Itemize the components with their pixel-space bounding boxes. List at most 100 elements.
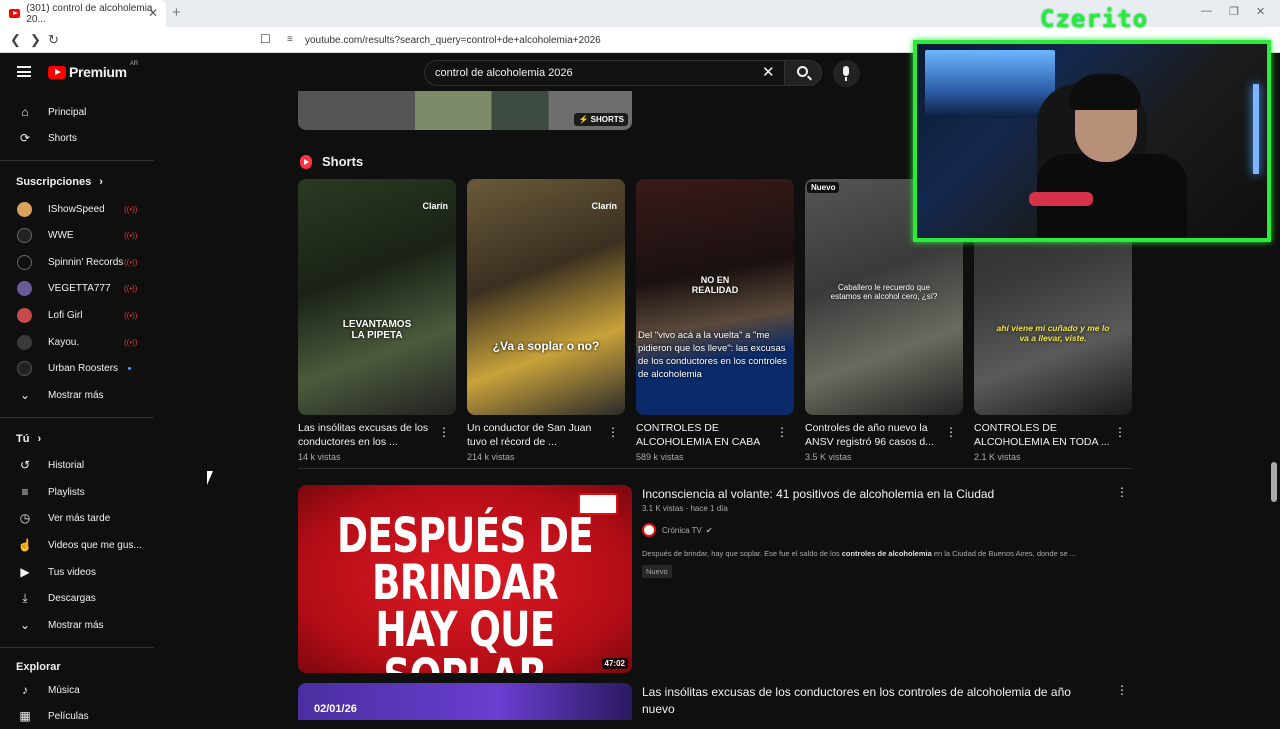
sidebar-show-more-2[interactable]: ⌄ Mostrar más bbox=[0, 612, 154, 638]
scrollbar[interactable] bbox=[1271, 462, 1277, 502]
chevron-down-icon: ⌄ bbox=[19, 388, 31, 402]
more-options-icon[interactable]: ⋮ bbox=[607, 425, 619, 439]
reload-icon[interactable]: ↻ bbox=[48, 32, 59, 48]
restore-icon[interactable]: ❐ bbox=[1229, 5, 1239, 18]
sidebar-item-ver-mas-tarde[interactable]: ◷ Ver más tarde bbox=[0, 505, 154, 531]
more-options-icon[interactable]: ⋮ bbox=[776, 425, 788, 439]
video-title[interactable]: Inconsciencia al volante: 41 positivos d… bbox=[642, 486, 1102, 503]
video-thumbnail[interactable]: 02/01/26 bbox=[298, 683, 632, 720]
voice-search-button[interactable] bbox=[833, 60, 860, 87]
background-monitor bbox=[925, 50, 1055, 118]
sidebar-item-spinnin-records[interactable]: Spinnin' Records ((•)) bbox=[0, 249, 154, 275]
streamer-name: Czerito bbox=[1040, 5, 1149, 33]
sidebar-divider bbox=[0, 647, 154, 648]
clarin-logo: Clarín bbox=[591, 201, 617, 211]
video-result[interactable]: DESPUÉS DE BRINDAR HAY QUE SOPLAR 47:02 … bbox=[298, 485, 1132, 675]
short-title[interactable]: Controles de año nuevo la ANSV registró … bbox=[805, 421, 943, 449]
sidebar-item-historial[interactable]: ↺ Historial bbox=[0, 452, 154, 478]
sidebar-item-shorts[interactable]: ⟳ Shorts bbox=[0, 125, 154, 151]
clear-search-icon[interactable]: ✕ bbox=[762, 63, 775, 81]
close-window-icon[interactable]: ✕ bbox=[1256, 5, 1265, 18]
site-info-icon[interactable]: ≡ bbox=[287, 34, 293, 45]
more-options-icon[interactable]: ⋮ bbox=[1116, 683, 1128, 697]
minimize-icon[interactable]: — bbox=[1201, 5, 1212, 17]
sidebar-item-label: Lofi Girl bbox=[48, 309, 83, 321]
sidebar-item-liked-videos[interactable]: ☝ Videos que me gus... bbox=[0, 532, 154, 558]
new-tab-icon[interactable]: + bbox=[172, 4, 181, 21]
youtube-logo[interactable]: Premium AR bbox=[48, 61, 139, 80]
thumbnail-date: 02/01/26 bbox=[314, 703, 357, 715]
sidebar-item-kayou[interactable]: Kayou. ((•)) bbox=[0, 329, 154, 355]
sidebar-item-urban-roosters[interactable]: Urban Roosters bbox=[0, 355, 154, 381]
watch-later-icon: ◷ bbox=[19, 511, 31, 525]
channel-link[interactable]: Crónica TV ✔ bbox=[642, 523, 713, 537]
sidebar-item-principal[interactable]: ⌂ Principal bbox=[0, 99, 154, 125]
short-title[interactable]: CONTROLES DE ALCOHOLEMIA EN CABA I... bbox=[636, 421, 774, 449]
tab-close-icon[interactable]: ✕ bbox=[148, 6, 158, 20]
explore-heading: Explorar bbox=[16, 661, 61, 673]
sidebar-item-musica[interactable]: ♪ Música bbox=[0, 677, 154, 703]
video-result[interactable]: 02/01/26 Las insólitas excusas de los co… bbox=[298, 683, 1132, 720]
short-views: 214 k vistas bbox=[467, 452, 515, 462]
more-options-icon[interactable]: ⋮ bbox=[1114, 425, 1126, 439]
tab-title: (301) control de alcoholemia 20... bbox=[26, 2, 153, 25]
browser-tab[interactable]: (301) control de alcoholemia 20... ✕ bbox=[0, 0, 166, 27]
short-views: 2.1 K vistas bbox=[974, 452, 1021, 462]
sidebar-item-descargas[interactable]: ⤓ Descargas bbox=[0, 585, 154, 611]
led-strip bbox=[1253, 84, 1259, 174]
sidebar-item-peliculas[interactable]: ▦ Películas bbox=[0, 703, 154, 729]
avatar bbox=[17, 254, 32, 270]
short-thumbnail[interactable]: Clarín LEVANTAMOS LA PIPETA bbox=[298, 179, 456, 415]
video-thumbnail[interactable]: ⚡ SHORTS bbox=[298, 91, 632, 130]
sidebar-item-label: Videos que me gus... bbox=[48, 539, 142, 551]
video-title[interactable]: Las insólitas excusas de los conductores… bbox=[642, 684, 1102, 718]
more-options-icon[interactable]: ⋮ bbox=[1116, 485, 1128, 499]
sidebar-item-vegetta777[interactable]: VEGETTA777 ((•)) bbox=[0, 275, 154, 301]
bookmark-icon[interactable]: ☐ bbox=[260, 32, 271, 46]
shorts-icon bbox=[300, 154, 312, 169]
history-icon: ↺ bbox=[19, 458, 31, 472]
url-field[interactable]: ≡ youtube.com/results?search_query=contr… bbox=[284, 30, 904, 50]
more-options-icon[interactable]: ⋮ bbox=[945, 425, 957, 439]
sidebar: ⌂ Principal ⟳ Shorts Suscripciones › ISho… bbox=[0, 91, 154, 723]
you-heading[interactable]: Tú › bbox=[16, 433, 41, 445]
sidebar-item-playlists[interactable]: ≡ Playlists bbox=[0, 479, 154, 505]
sidebar-show-more[interactable]: ⌄ Mostrar más bbox=[0, 382, 154, 408]
shorts-badge: ⚡ SHORTS bbox=[574, 113, 628, 126]
logo-brand: Premium bbox=[69, 64, 127, 80]
sidebar-item-wwe[interactable]: WWE ((•)) bbox=[0, 222, 154, 248]
short-title[interactable]: Las insólitas excusas de los conductores… bbox=[298, 421, 436, 449]
short-card[interactable]: NO EN REALIDAD Del "vivo acá a la vuelta… bbox=[636, 179, 794, 462]
short-card[interactable]: Clarín LEVANTAMOS LA PIPETA Las insólita… bbox=[298, 179, 456, 462]
live-icon: ((•)) bbox=[124, 257, 138, 267]
logo-country: AR bbox=[129, 61, 139, 67]
sidebar-item-tus-videos[interactable]: ▶ Tus videos bbox=[0, 559, 154, 585]
new-badge: Nuevo bbox=[807, 182, 840, 193]
short-title[interactable]: CONTROLES DE ALCOHOLEMIA EN TODA ... bbox=[974, 421, 1112, 449]
sidebar-item-lofi-girl[interactable]: Lofi Girl ((•)) bbox=[0, 302, 154, 328]
sidebar-divider bbox=[0, 160, 154, 161]
back-icon[interactable]: ❮ bbox=[10, 32, 21, 48]
video-thumbnail[interactable]: DESPUÉS DE BRINDAR HAY QUE SOPLAR 47:02 bbox=[298, 485, 632, 673]
sidebar-item-label: VEGETTA777 bbox=[48, 282, 111, 294]
menu-icon[interactable] bbox=[17, 66, 31, 77]
search-button[interactable] bbox=[784, 60, 822, 86]
sidebar-item-label: Urban Roosters bbox=[48, 362, 119, 374]
sidebar-item-label: Kayou. bbox=[48, 336, 80, 348]
short-thumbnail[interactable]: NO EN REALIDAD Del "vivo acá a la vuelta… bbox=[636, 179, 794, 415]
channel-avatar[interactable] bbox=[642, 523, 656, 537]
live-icon: ((•)) bbox=[124, 283, 138, 293]
subscriptions-heading[interactable]: Suscripciones › bbox=[16, 176, 103, 188]
sidebar-item-ishowspeed[interactable]: IShowSpeed ((•)) bbox=[0, 196, 154, 222]
downloads-icon: ⤓ bbox=[22, 590, 28, 605]
short-card[interactable]: Clarín ¿Va a soplar o no? Un conductor d… bbox=[467, 179, 625, 462]
short-thumbnail[interactable]: Clarín ¿Va a soplar o no? bbox=[467, 179, 625, 415]
url-text: youtube.com/results?search_query=control… bbox=[305, 34, 601, 46]
forward-icon[interactable]: ❯ bbox=[30, 32, 41, 48]
short-title[interactable]: Un conductor de San Juan tuvo el récord … bbox=[467, 421, 605, 449]
more-options-icon[interactable]: ⋮ bbox=[438, 425, 450, 439]
verified-icon: ✔ bbox=[705, 525, 713, 535]
sidebar-item-label: WWE bbox=[48, 229, 74, 241]
shelf-divider bbox=[298, 468, 1132, 469]
search-input[interactable]: control de alcoholemia 2026 bbox=[424, 60, 786, 86]
